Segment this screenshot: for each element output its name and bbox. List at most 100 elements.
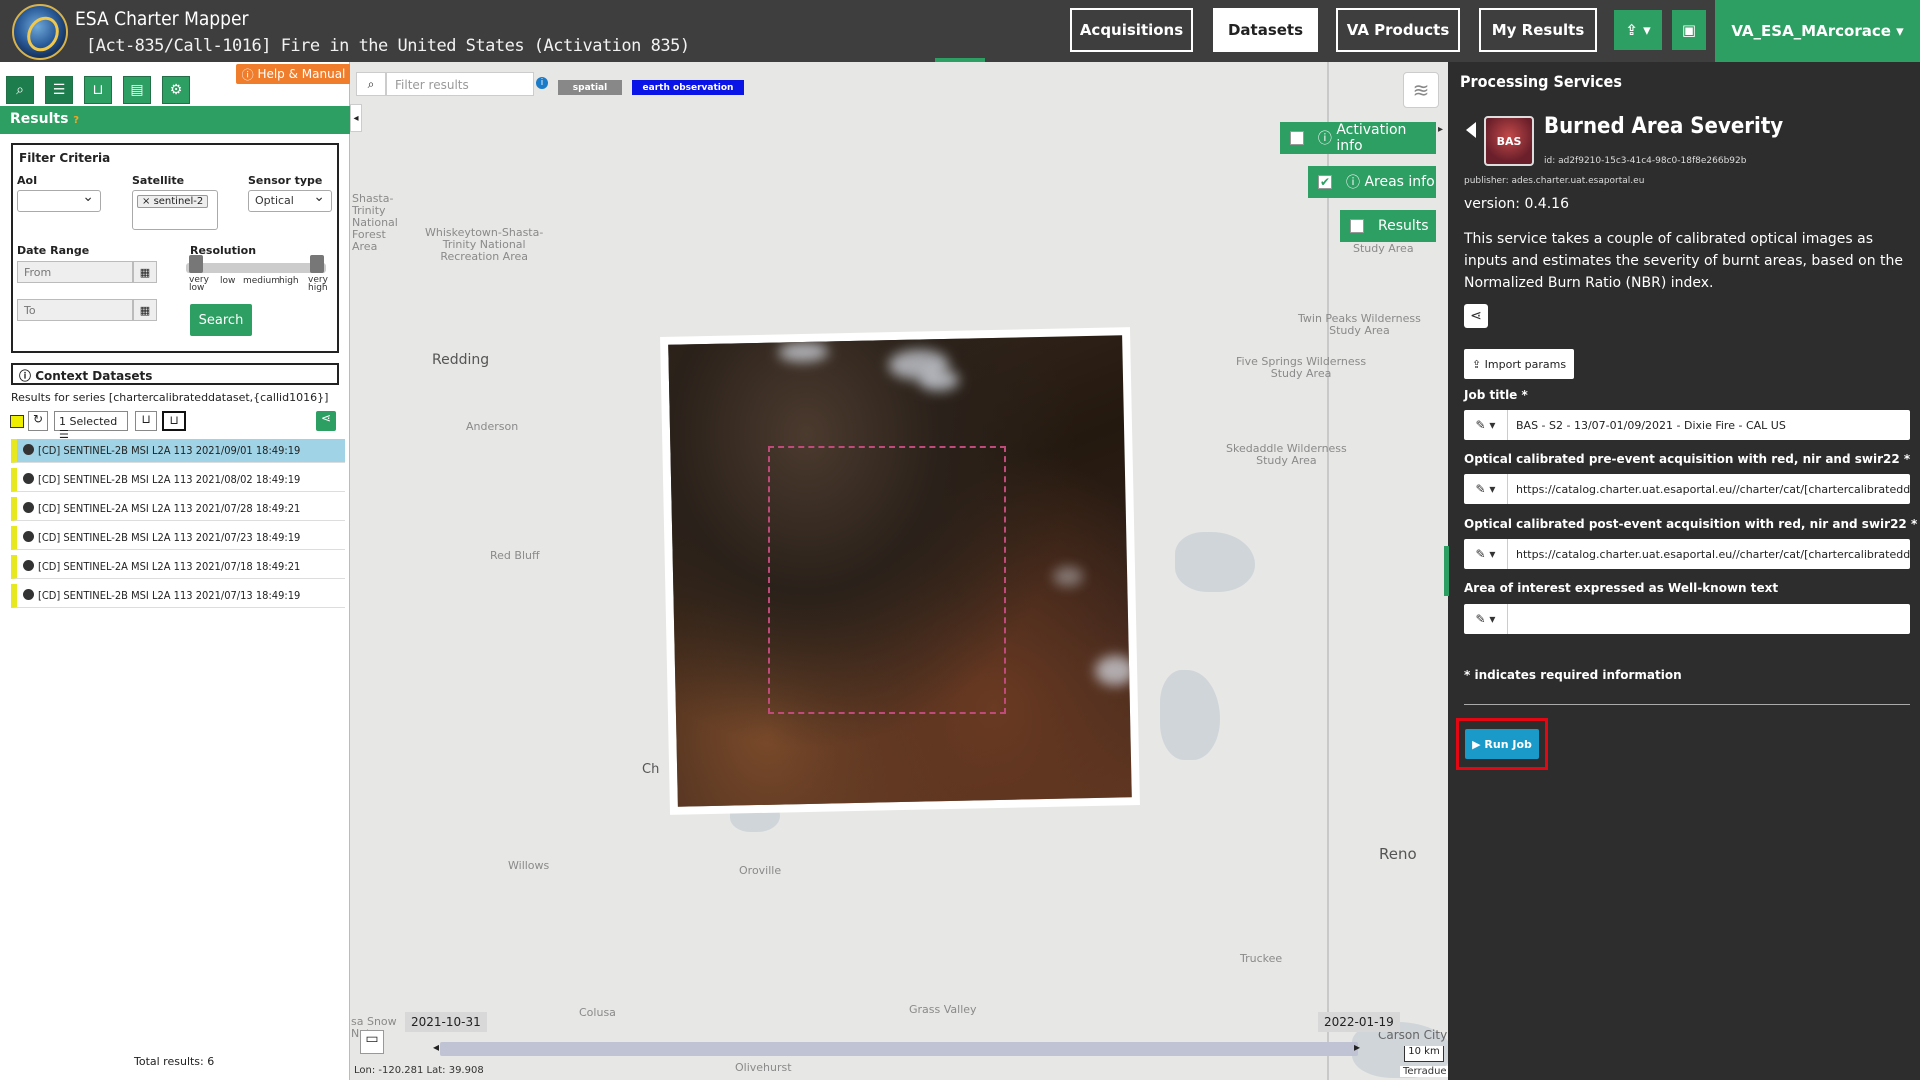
service-publisher: publisher: ades.charter.uat.esaportal.eu: [1464, 176, 1645, 186]
add-basket-button[interactable]: ⊔: [135, 411, 157, 431]
pre-event-field[interactable]: ✎ ▾ https://catalog.charter.uat.esaportal…: [1464, 474, 1910, 504]
aoi-select[interactable]: [17, 189, 101, 212]
import-params-button[interactable]: ⇪ Import params: [1464, 349, 1574, 379]
basket-tool-button[interactable]: ⊔: [84, 76, 112, 104]
list-item[interactable]: [CD] SENTINEL-2B MSI L2A 113 2021/08/02 …: [11, 468, 345, 492]
processing-services-panel: Processing Services BAS Burned Area Seve…: [1448, 62, 1920, 1080]
panel-resize-handle[interactable]: [1444, 546, 1449, 596]
sensor-select[interactable]: Optical: [248, 189, 332, 212]
activation-info-toggle[interactable]: ⓘ Activation info: [1280, 122, 1436, 154]
results-toggle[interactable]: Results: [1340, 210, 1436, 242]
list-item[interactable]: [CD] SENTINEL-2B MSI L2A 113 2021/07/23 …: [11, 526, 345, 550]
expand-right-arrow[interactable]: ▸: [1438, 124, 1448, 144]
refresh-button[interactable]: ↻: [28, 411, 48, 431]
layers-button[interactable]: ≋: [1403, 72, 1439, 108]
tag-spatial[interactable]: spatial: [558, 80, 622, 95]
run-job-button[interactable]: ▶ Run Job: [1465, 729, 1539, 759]
help-manual-button[interactable]: ⓘ Help & Manual: [236, 64, 351, 84]
resolution-slider[interactable]: [186, 263, 326, 273]
wand-dropdown-icon[interactable]: ✎ ▾: [1464, 410, 1508, 440]
resolution-max-handle[interactable]: [310, 255, 324, 273]
wand-dropdown-icon[interactable]: ✎ ▾: [1464, 474, 1508, 504]
list-item[interactable]: [CD] SENTINEL-2A MSI L2A 113 2021/07/18 …: [11, 555, 345, 579]
pre-event-input[interactable]: https://catalog.charter.uat.esaportal.eu…: [1508, 474, 1910, 504]
settings-tool-button[interactable]: ⚙: [162, 76, 190, 104]
date-to-input[interactable]: To: [17, 299, 133, 321]
results-checkbox[interactable]: [1350, 219, 1364, 233]
calendar-to-icon[interactable]: ▦: [133, 299, 157, 321]
timeline-toggle-button[interactable]: ▭: [360, 1030, 384, 1054]
search-icon: ⌕: [16, 82, 24, 98]
selection-menu[interactable]: 1 Selected ☰: [54, 411, 128, 441]
search-button[interactable]: Search: [190, 304, 252, 336]
sensor-label: Sensor type: [248, 174, 323, 187]
archive-icon: ▤: [130, 82, 144, 98]
map-label-grass-valley: Grass Valley: [909, 1003, 977, 1016]
nav-acquisitions[interactable]: Acquisitions: [1070, 8, 1193, 52]
map-label-anderson: Anderson: [466, 420, 519, 433]
job-title-field[interactable]: ✎ ▾ BAS - S2 - 13/07-01/09/2021 - Dixie F…: [1464, 410, 1910, 440]
filter-search-icon[interactable]: ⌕: [356, 72, 386, 96]
wand-dropdown-icon[interactable]: ✎ ▾: [1464, 539, 1508, 569]
select-all-checkbox[interactable]: [10, 415, 24, 428]
list-item[interactable]: [CD] SENTINEL-2B MSI L2A 113 2021/09/01 …: [11, 439, 345, 463]
context-label: Context Datasets: [35, 369, 153, 383]
filter-results-input[interactable]: Filter results: [386, 72, 534, 96]
timeline-slider[interactable]: [440, 1042, 1358, 1056]
smoke-plume: [918, 368, 960, 392]
map-label-whiskeytown: Whiskeytown-Shasta- Trinity National Rec…: [425, 226, 544, 263]
satellite-tag-label: sentinel-2: [153, 196, 204, 207]
nav-va-products[interactable]: VA Products: [1336, 8, 1460, 52]
globe-icon: [23, 502, 34, 513]
aoi-wkt-field[interactable]: ✎ ▾: [1464, 604, 1910, 634]
context-datasets-button[interactable]: ⓘ Context Datasets: [11, 363, 339, 385]
map-attribution[interactable]: Terradue: [1400, 1066, 1450, 1077]
wand-dropdown-icon[interactable]: ✎ ▾: [1464, 604, 1508, 634]
map-label-shasta: Shasta- Trinity National Forest Area: [352, 192, 398, 253]
nav-my-results[interactable]: My Results: [1479, 8, 1597, 52]
briefcase-button[interactable]: ▣: [1672, 10, 1706, 50]
aoi-wkt-input[interactable]: [1508, 604, 1910, 634]
share-icon: ⋖: [1470, 308, 1482, 324]
areas-info-toggle[interactable]: ✔ ⓘ Areas info: [1308, 166, 1436, 198]
map-label-oroville: Oroville: [739, 864, 782, 877]
back-arrow-icon[interactable]: [1466, 122, 1476, 138]
search-tool-button[interactable]: ⌕: [6, 76, 34, 104]
timeline-start-handle[interactable]: ◂: [433, 1040, 439, 1054]
upload-button[interactable]: ⇪ ▾: [1614, 10, 1662, 50]
state-border: [1327, 62, 1329, 1080]
map-label-willows: Willows: [508, 859, 550, 872]
list-item[interactable]: [CD] SENTINEL-2B MSI L2A 113 2021/07/13 …: [11, 584, 345, 608]
tag-earth-observation[interactable]: earth observation: [632, 80, 744, 95]
areas-info-checkbox[interactable]: ✔: [1318, 175, 1332, 189]
date-from-input[interactable]: From: [17, 261, 133, 283]
info-icon: ⓘ: [19, 369, 36, 383]
calendar-from-icon[interactable]: ▦: [133, 261, 157, 283]
smoke-plume: [1094, 655, 1132, 686]
user-menu[interactable]: VA_ESA_MArcorace ▾: [1715, 0, 1920, 62]
post-event-field[interactable]: ✎ ▾ https://catalog.charter.uat.esaportal…: [1464, 539, 1910, 569]
share-icon: ⋖: [320, 411, 332, 425]
satellite-multiselect[interactable]: × sentinel-2: [132, 190, 218, 230]
satellite-tag[interactable]: × sentinel-2: [137, 195, 209, 208]
share-list-button[interactable]: ⋖: [316, 411, 336, 431]
share-service-button[interactable]: ⋖: [1464, 304, 1488, 328]
post-event-input[interactable]: https://catalog.charter.uat.esaportal.eu…: [1508, 539, 1910, 569]
filter-info-icon[interactable]: i: [536, 77, 548, 89]
timeline-end-handle[interactable]: ▸: [1354, 1040, 1360, 1054]
job-title-input[interactable]: BAS - S2 - 13/07-01/09/2021 - Dixie Fire…: [1508, 410, 1910, 440]
archive-tool-button[interactable]: ▤: [123, 76, 151, 104]
activation-info-checkbox[interactable]: [1290, 131, 1304, 145]
help-circle-icon[interactable]: ?: [73, 115, 79, 126]
refresh-icon: ↻: [32, 412, 44, 426]
list-tool-button[interactable]: ☰: [45, 76, 73, 104]
run-job-highlight: ▶ Run Job: [1456, 718, 1548, 770]
list-item[interactable]: [CD] SENTINEL-2A MSI L2A 113 2021/07/28 …: [11, 497, 345, 521]
area-of-interest-outline: [768, 446, 1006, 714]
collapse-left-panel-button[interactable]: ◂: [350, 104, 362, 132]
resolution-min-handle[interactable]: [189, 255, 203, 273]
service-title: Burned Area Severity: [1544, 114, 1784, 139]
nav-datasets[interactable]: Datasets: [1213, 8, 1318, 52]
remove-basket-button[interactable]: ⊔: [162, 411, 186, 431]
map-label-colusa: Colusa: [579, 1006, 616, 1019]
